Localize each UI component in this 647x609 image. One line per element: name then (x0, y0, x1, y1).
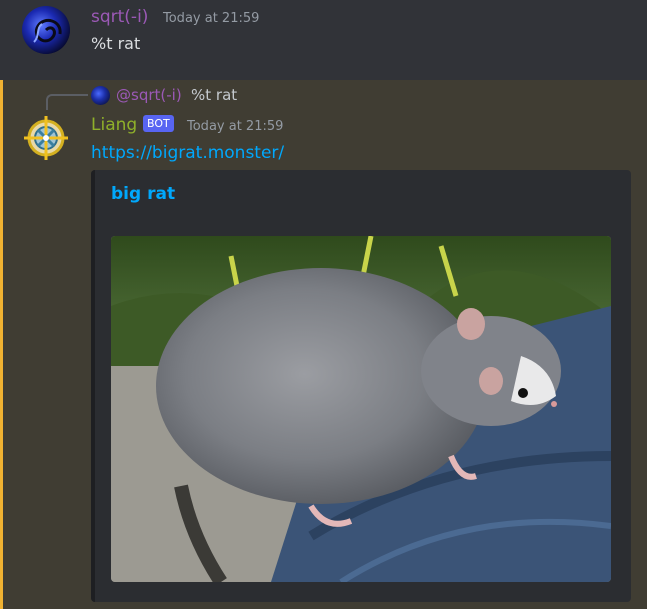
reply-avatar[interactable] (91, 86, 110, 105)
timestamp: Today at 21:59 (187, 119, 284, 134)
message-liang: @sqrt(-i) %t rat Liang BOT Today at 21:5… (0, 80, 647, 609)
message-text: %t rat (91, 34, 141, 53)
message-link[interactable]: https://bigrat.monster/ (91, 143, 284, 163)
embed-image[interactable] (111, 236, 611, 582)
author-name[interactable]: Liang (91, 115, 137, 135)
embed-accent-bar (91, 170, 95, 602)
message-sqrt: sqrt(-i) Today at 21:59 %t rat (0, 0, 647, 80)
author-name[interactable]: sqrt(-i) (91, 7, 148, 27)
reply-mention[interactable]: @sqrt(-i) (116, 86, 182, 104)
mention-highlight-bar (0, 80, 3, 609)
spiral-galaxy-icon (22, 6, 70, 54)
user-avatar[interactable] (22, 6, 70, 54)
big-rat-photo (111, 236, 611, 582)
compass-target-icon (24, 116, 68, 160)
timestamp: Today at 21:59 (163, 11, 260, 26)
reply-preview-text[interactable]: %t rat (191, 86, 237, 104)
embed-title[interactable]: big rat (111, 183, 175, 205)
bot-avatar[interactable] (22, 114, 70, 162)
reply-connector (46, 94, 88, 110)
bot-badge: BOT (143, 115, 174, 132)
